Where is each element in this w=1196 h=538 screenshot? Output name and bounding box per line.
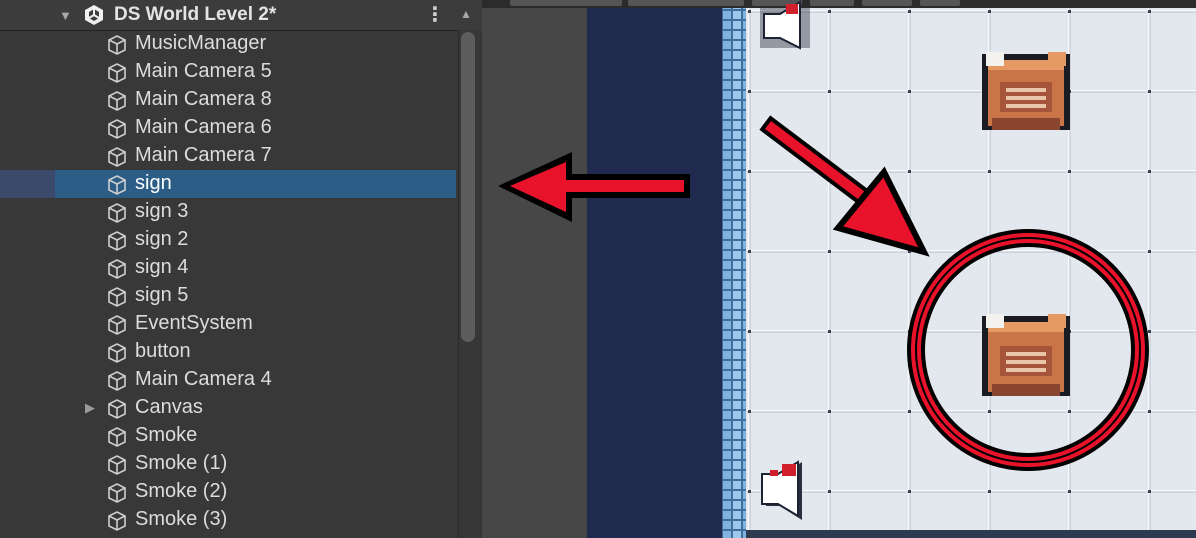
hierarchy-row[interactable]: Main Camera 4 bbox=[0, 366, 456, 394]
gameobject-cube-icon bbox=[106, 370, 128, 392]
gameobject-cube-icon bbox=[106, 146, 128, 168]
gameobject-cube-icon bbox=[106, 174, 128, 196]
hierarchy-scene-header[interactable]: ▼ DS World Level 2* ⋮ ▲ bbox=[0, 0, 482, 31]
gameobject-cube-icon bbox=[106, 482, 128, 504]
hierarchy-row-label: button bbox=[135, 340, 191, 362]
sign-sprite[interactable] bbox=[982, 52, 1070, 130]
hierarchy-row-label: Main Camera 5 bbox=[135, 60, 272, 82]
hierarchy-row-label: Main Camera 4 bbox=[135, 368, 272, 390]
scene-view[interactable] bbox=[482, 0, 1196, 538]
hierarchy-row-label: Main Camera 8 bbox=[135, 88, 272, 110]
speaker-icon[interactable] bbox=[760, 0, 810, 50]
hierarchy-row[interactable]: sign 3 bbox=[0, 198, 456, 226]
hierarchy-row-label: MusicManager bbox=[135, 32, 267, 54]
gameobject-cube-icon bbox=[106, 510, 128, 532]
hierarchy-row[interactable]: Smoke (2) bbox=[0, 478, 456, 506]
sign-sprite[interactable] bbox=[982, 314, 1070, 396]
hierarchy-row-label: sign 3 bbox=[135, 200, 189, 222]
hierarchy-row-label: Canvas bbox=[135, 396, 203, 418]
expand-arrow-icon[interactable]: ▶ bbox=[85, 400, 95, 416]
gameobject-cube-icon bbox=[106, 398, 128, 420]
hierarchy-row-label: Main Camera 7 bbox=[135, 144, 272, 166]
hierarchy-row-label: sign 2 bbox=[135, 228, 189, 250]
hierarchy-row[interactable]: button bbox=[0, 338, 456, 366]
hierarchy-row-label: sign 4 bbox=[135, 256, 189, 278]
hierarchy-row-label: Smoke (2) bbox=[135, 480, 228, 502]
scene-title: DS World Level 2* bbox=[114, 4, 277, 25]
hierarchy-row-label: sign 5 bbox=[135, 284, 189, 306]
scene-wall-tiles bbox=[722, 8, 746, 538]
unity-logo-icon bbox=[85, 5, 103, 25]
hierarchy-row[interactable]: EventSystem bbox=[0, 310, 456, 338]
hierarchy-row[interactable]: Smoke (3) bbox=[0, 506, 456, 534]
gameobject-cube-icon bbox=[106, 62, 128, 84]
gameobject-cube-icon bbox=[106, 230, 128, 252]
hierarchy-row[interactable]: sign 5 bbox=[0, 282, 456, 310]
hierarchy-row-label: Smoke (1) bbox=[135, 452, 228, 474]
gameobject-cube-icon bbox=[106, 258, 128, 280]
gameobject-cube-icon bbox=[106, 90, 128, 112]
scene-gray-area bbox=[482, 8, 587, 538]
hierarchy-row[interactable]: Main Camera 7 bbox=[0, 142, 456, 170]
scene-dark-background bbox=[587, 8, 722, 538]
hierarchy-row-label: EventSystem bbox=[135, 312, 253, 334]
hierarchy-row-label: sign bbox=[135, 172, 172, 194]
gameobject-cube-icon bbox=[106, 314, 128, 336]
hierarchy-row[interactable]: Main Camera 6 bbox=[0, 114, 456, 142]
hierarchy-scrollbar-thumb[interactable] bbox=[461, 32, 475, 342]
gameobject-cube-icon bbox=[106, 118, 128, 140]
hierarchy-row[interactable]: Main Camera 8 bbox=[0, 86, 456, 114]
scene-canvas bbox=[482, 0, 1196, 538]
hierarchy-row[interactable]: sign 2 bbox=[0, 226, 456, 254]
hierarchy-row[interactable]: Smoke (1) bbox=[0, 450, 456, 478]
scene-floor-edge bbox=[746, 530, 1196, 538]
gameobject-cube-icon bbox=[106, 286, 128, 308]
scroll-up-arrow-icon[interactable]: ▲ bbox=[460, 7, 472, 21]
gameobject-cube-icon bbox=[106, 426, 128, 448]
hierarchy-row[interactable]: sign bbox=[0, 170, 456, 198]
hierarchy-row[interactable]: ▶ Canvas bbox=[0, 394, 456, 422]
hierarchy-row[interactable]: sign 4 bbox=[0, 254, 456, 282]
gameobject-cube-icon bbox=[106, 202, 128, 224]
hierarchy-row-label: Smoke bbox=[135, 424, 198, 446]
gameobject-cube-icon bbox=[106, 34, 128, 56]
hierarchy-row[interactable]: Smoke bbox=[0, 422, 456, 450]
gameobject-cube-icon bbox=[106, 342, 128, 364]
arrow-left bbox=[498, 152, 690, 222]
hierarchy-row-label: Main Camera 6 bbox=[135, 116, 272, 138]
kebab-menu-icon[interactable]: ⋮ bbox=[425, 5, 445, 27]
hierarchy-row-label: Smoke (3) bbox=[135, 508, 228, 530]
scene-fold-arrow-icon[interactable]: ▼ bbox=[59, 8, 72, 23]
hierarchy-row[interactable]: Main Camera 5 bbox=[0, 58, 456, 86]
hierarchy-row[interactable]: MusicManager bbox=[0, 30, 456, 58]
gameobject-cube-icon bbox=[106, 454, 128, 476]
hierarchy-panel: ▼ DS World Level 2* ⋮ ▲ MusicManager Main… bbox=[0, 0, 483, 538]
